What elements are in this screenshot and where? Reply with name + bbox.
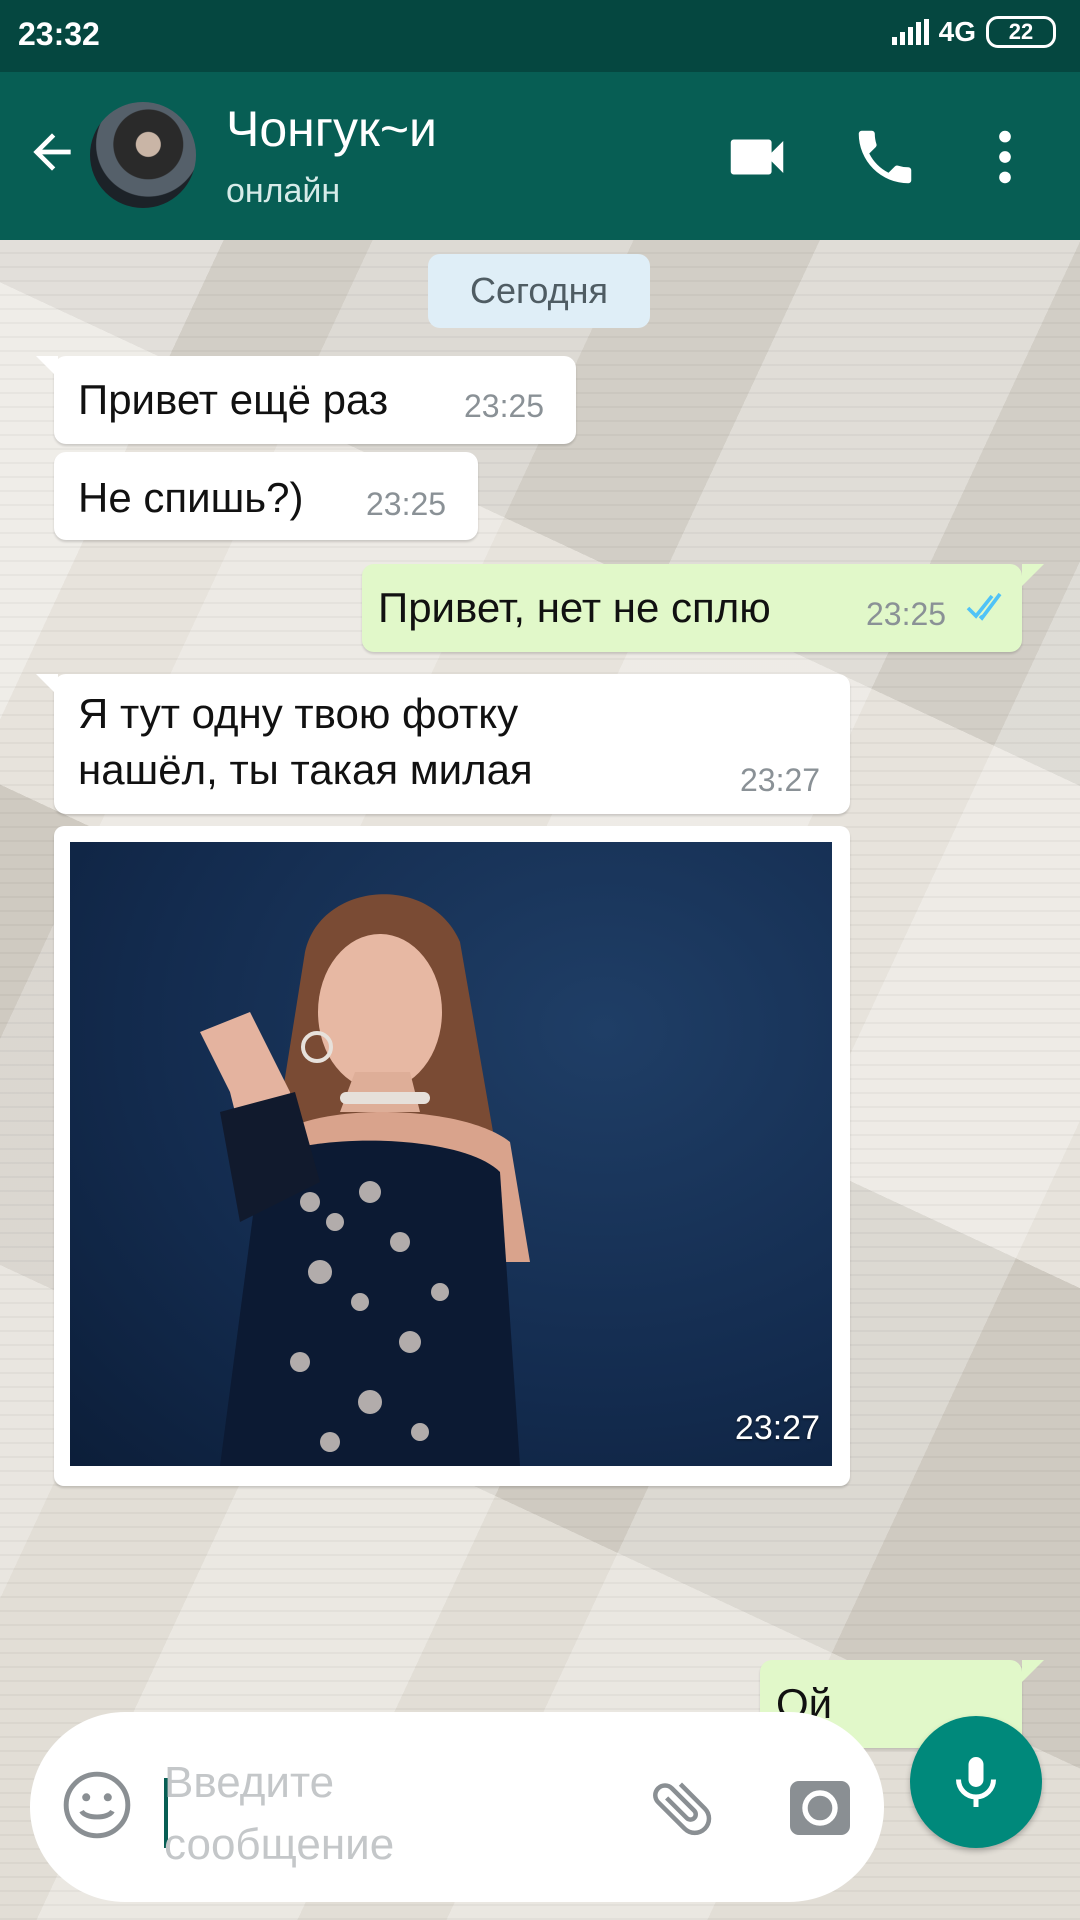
- photo-illustration: [200, 894, 530, 1466]
- message-text: Привет ещё раз: [78, 376, 389, 423]
- more-vert-icon[interactable]: [970, 122, 1040, 192]
- message-text-line: нашёл, ты такая милая: [78, 746, 533, 793]
- message-outgoing[interactable]: Привет, нет не сплю 23:25: [362, 564, 1044, 652]
- message-text: Не спишь?): [78, 474, 304, 521]
- signal-icon: [891, 19, 929, 45]
- photo-image[interactable]: 23:27: [70, 842, 832, 1466]
- mic-icon: [956, 1757, 996, 1807]
- avatar[interactable]: [90, 102, 196, 208]
- chat-area[interactable]: Сегодня Привет ещё раз 23:25 Не спишь?) …: [0, 240, 1080, 1920]
- photo-time: 23:27: [734, 1409, 820, 1447]
- message-photo[interactable]: 23:27: [54, 826, 850, 1486]
- message-text-line: Я тут одну твою фотку: [78, 690, 519, 737]
- status-time: 23:32: [18, 16, 100, 52]
- message-incoming[interactable]: Привет ещё раз 23:25: [36, 356, 576, 444]
- battery-icon: 22: [986, 16, 1056, 48]
- back-arrow-icon[interactable]: [24, 124, 80, 180]
- chat-header: Чонгук~и онлайн: [0, 72, 1080, 240]
- message-time: 23:25: [366, 486, 447, 522]
- message-incoming[interactable]: Не спишь?) 23:25: [54, 452, 478, 540]
- contact-name[interactable]: Чонгук~и: [226, 100, 437, 158]
- message-time: 23:25: [866, 596, 947, 632]
- placeholder-line: Введите: [164, 1758, 335, 1807]
- message-input-bar: Введите сообщение: [30, 1712, 884, 1902]
- camera-icon[interactable]: [784, 1772, 856, 1844]
- mic-button[interactable]: [910, 1716, 1042, 1848]
- message-time: 23:25: [464, 388, 545, 424]
- contact-status: онлайн: [226, 172, 341, 210]
- message-incoming[interactable]: Я тут одну твою фотку нашёл, ты такая ми…: [36, 674, 850, 814]
- status-bar: 23:32 4G 22: [0, 0, 1080, 72]
- phone-icon[interactable]: [850, 122, 920, 192]
- status-right: 4G 22: [891, 16, 1056, 48]
- attach-icon[interactable]: [646, 1772, 718, 1844]
- message-time: 23:27: [740, 762, 821, 798]
- date-divider: Сегодня: [428, 254, 650, 328]
- message-input[interactable]: Введите сообщение: [164, 1752, 494, 1876]
- read-ticks-icon: [966, 592, 1002, 621]
- network-type: 4G: [938, 16, 976, 47]
- placeholder-line: сообщение: [164, 1820, 395, 1869]
- emoji-icon[interactable]: [60, 1768, 134, 1842]
- video-call-icon[interactable]: [722, 122, 792, 192]
- message-text: Привет, нет не сплю: [378, 584, 771, 631]
